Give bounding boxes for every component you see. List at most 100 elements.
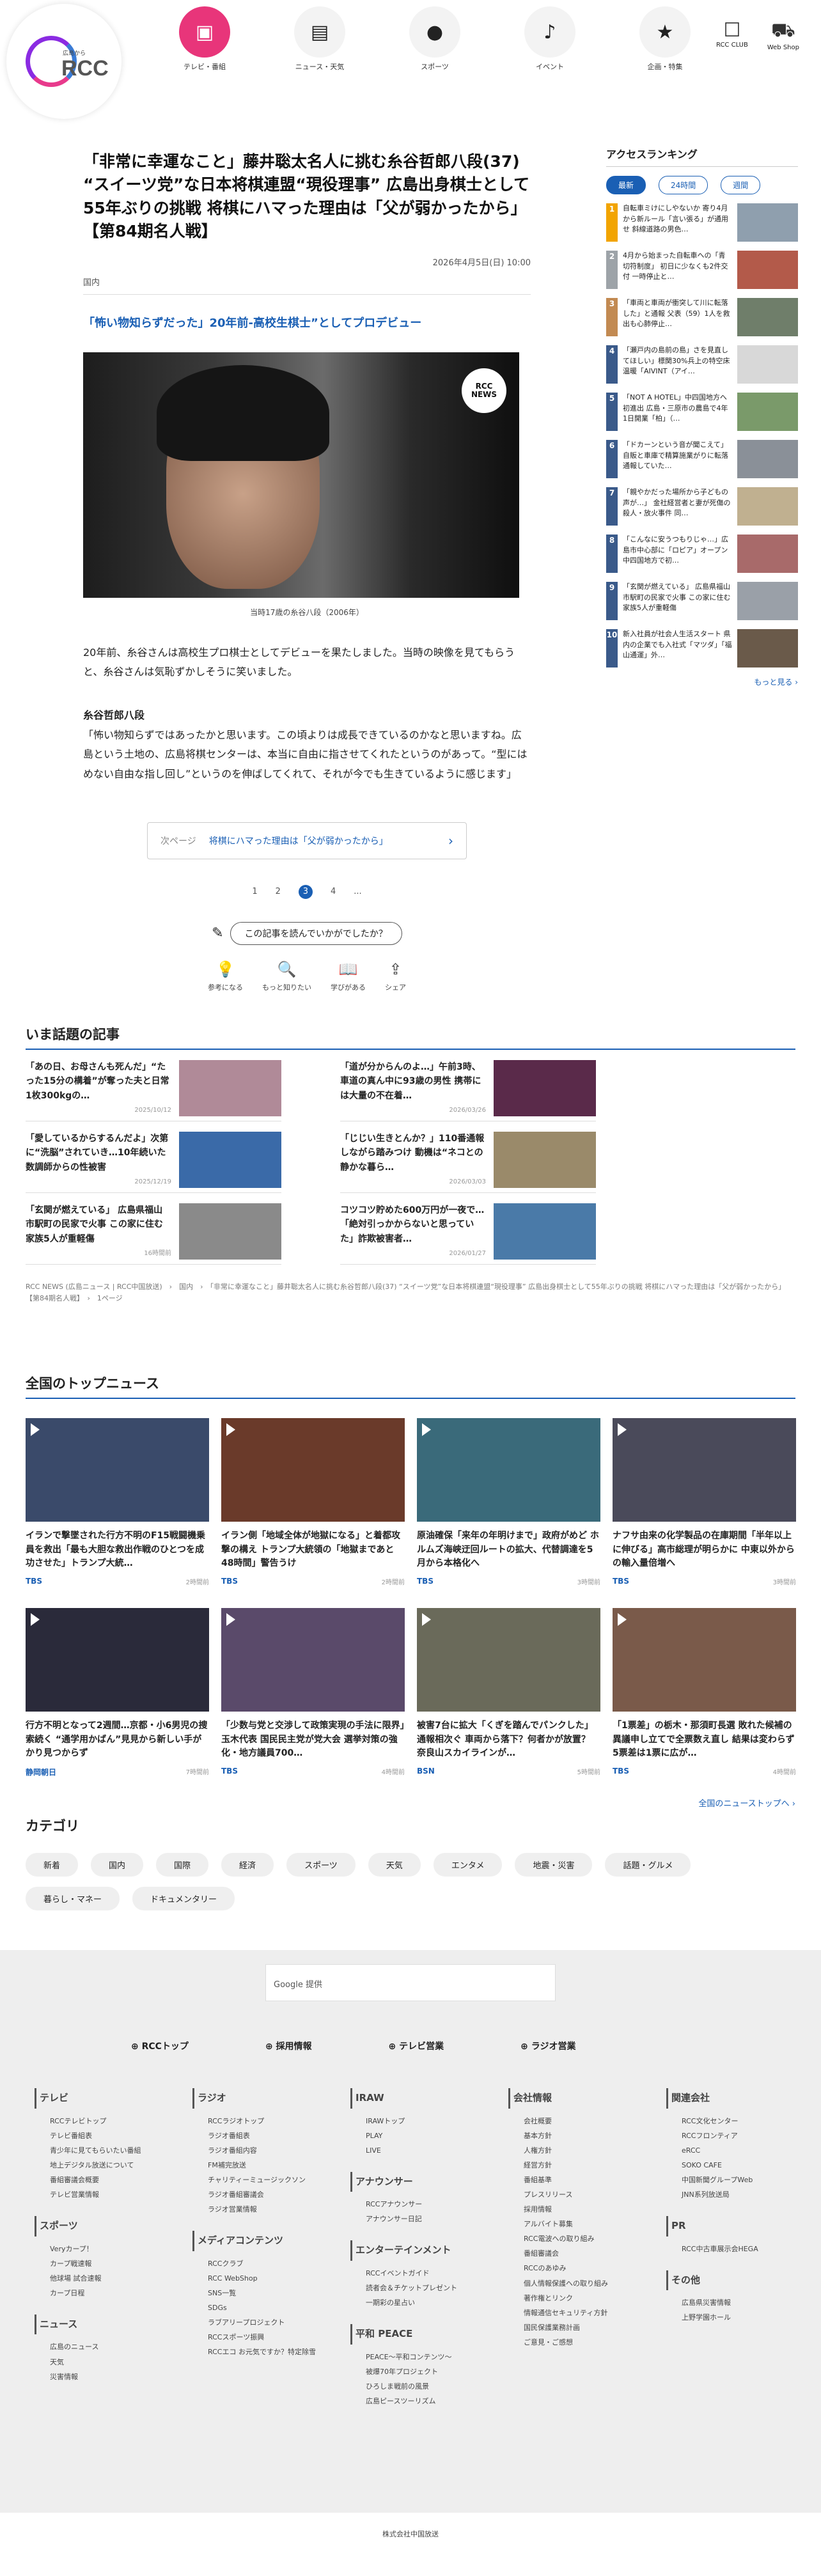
footer-link[interactable]: 広島ピースツーリズム — [350, 2394, 493, 2408]
footer-link[interactable]: 一期彩の星占い — [350, 2295, 493, 2310]
page-link[interactable]: 4 — [331, 887, 336, 896]
footer-link[interactable]: 著作権とリンク — [508, 2291, 651, 2306]
footer-link[interactable]: 広島県災害情報 — [666, 2295, 809, 2310]
page-link[interactable]: ... — [354, 887, 361, 896]
category-chip[interactable]: スポーツ — [286, 1853, 356, 1877]
footer-link[interactable]: 会社概要 — [508, 2114, 651, 2128]
footer-link[interactable]: RCCエコ お元気ですか？特定除雪 — [192, 2345, 335, 2359]
footer-link[interactable]: JNN系列放送局 — [666, 2187, 809, 2202]
ranking-more-link[interactable]: もっと見る › — [606, 676, 798, 687]
footer-link[interactable]: テレビ番組表 — [35, 2128, 177, 2143]
footer-link[interactable]: ひろしま戦前の風景 — [350, 2379, 493, 2394]
footer-link[interactable]: アルバイト募集 — [508, 2217, 651, 2231]
footer-link[interactable]: 中国新聞グループWeb — [666, 2173, 809, 2187]
footer-link[interactable]: 上野学園ホール — [666, 2310, 809, 2325]
footer-link[interactable]: 番組審議会概要 — [35, 2173, 177, 2187]
header-link[interactable]: ⛟ Web Shop — [767, 19, 799, 51]
footer-link[interactable]: IRAWトップ — [350, 2114, 493, 2128]
footer-link[interactable]: FM補完放送 — [192, 2158, 335, 2173]
footer-main-link[interactable]: ⊕ 採用情報 — [265, 2040, 312, 2052]
footer-link[interactable]: RCC中古車展示会HEGA — [666, 2242, 809, 2256]
footer-link[interactable]: SOKO CAFE — [666, 2158, 809, 2173]
ranking-tab[interactable]: 24時間 — [659, 176, 708, 194]
ranking-item[interactable]: 10 新入社員が社会人生活スタート 県内の企業でも入社式「マツダ」「福山通運」外… — [606, 629, 798, 669]
ranking-item[interactable]: 2 4月から始まった自転車への「青切符制度」 初日に少なくも2件交付 一時停止と… — [606, 251, 798, 290]
footer-link[interactable]: RCC WebShop — [192, 2271, 335, 2286]
national-news-item[interactable]: 「1票差」の栃木・那須町長選 敗れた候補の異議申し立てで全票数え直し 結果は変わ… — [613, 1608, 796, 1777]
footer-link[interactable]: RCCラジオトップ — [192, 2114, 335, 2128]
ranking-tab[interactable]: 週間 — [721, 176, 761, 194]
page-link[interactable]: 2 — [276, 887, 281, 896]
footer-link[interactable]: 他球場 試合速報 — [35, 2271, 177, 2286]
national-news-item[interactable]: 行方不明となって2週間…京都・小6男児の捜索続く “通学用かばん”見見から新しい… — [26, 1608, 209, 1777]
footer-link[interactable]: RCCクラブ — [192, 2256, 335, 2271]
footer-link[interactable]: ラジオ番組内容 — [192, 2143, 335, 2158]
category-chip[interactable]: エンタメ — [433, 1853, 503, 1877]
footer-link[interactable]: アナウンサー日記 — [350, 2212, 493, 2226]
topic-item[interactable]: 「玄関が燃えている」 広島県福山市駅町の民家で火事 この家に住む家族5人が重軽傷… — [26, 1193, 281, 1265]
footer-link[interactable]: SNS一覧 — [192, 2286, 335, 2300]
nav-item[interactable]: ● スポーツ — [377, 6, 492, 72]
footer-link[interactable]: 採用情報 — [508, 2202, 651, 2217]
reaction-button[interactable]: 💡 参考になる — [208, 960, 243, 992]
footer-link[interactable]: RCCアナウンサー — [350, 2197, 493, 2212]
footer-link[interactable]: 天気 — [35, 2355, 177, 2369]
footer-link[interactable]: RCC文化センター — [666, 2114, 809, 2128]
footer-link[interactable]: カープ日程 — [35, 2286, 177, 2300]
category-chip[interactable]: ドキュメンタリー — [132, 1887, 235, 1910]
category-chip[interactable]: 話題・グルメ — [605, 1853, 691, 1877]
page-link[interactable]: 3 — [298, 884, 313, 899]
header-link[interactable]: ☐ RCC CLUB — [716, 19, 748, 51]
footer-link[interactable]: Veryカープ！ — [35, 2242, 177, 2256]
nav-item[interactable]: ▣ テレビ・番組 — [147, 6, 262, 72]
reaction-button[interactable]: ⇪ シェア — [385, 960, 406, 992]
topic-item[interactable]: コツコツ貯めた600万円が一夜で…「絶対引っかからないと思っていた」詐欺被害者…… — [340, 1193, 596, 1265]
footer-link[interactable]: RCCのあゆみ — [508, 2261, 651, 2275]
footer-link[interactable]: PEACE～平和コンテンツ～ — [350, 2350, 493, 2364]
category-chip[interactable]: 暮らし・マネー — [26, 1887, 120, 1910]
footer-link[interactable]: RCCスポーツ振興 — [192, 2330, 335, 2345]
footer-link[interactable]: ラジオ番組審議会 — [192, 2187, 335, 2202]
nav-item[interactable]: ♪ イベント — [492, 6, 607, 72]
footer-link[interactable]: チャリティーミュージックソン — [192, 2173, 335, 2187]
footer-link[interactable]: 災害情報 — [35, 2369, 177, 2384]
ranking-item[interactable]: 9 「玄関が燃えている」 広島県福山市駅町の民家で火事 この家に住む家族5人が重軽… — [606, 582, 798, 621]
category-chip[interactable]: 新着 — [26, 1853, 79, 1877]
nav-item[interactable]: ▤ ニュース・天気 — [262, 6, 377, 72]
national-news-item[interactable]: 原油確保「来年の年明けまで」政府がめど ホルムズ海峡迂回ルートの拡大、代替調達を… — [417, 1418, 600, 1586]
national-news-item[interactable]: イラン側「地域全体が地獄になる」と着都攻撃の構え トランプ大統領の「地獄まであと… — [221, 1418, 405, 1586]
reaction-button[interactable]: 🔍 もっと知りたい — [262, 960, 311, 992]
topic-item[interactable]: 「あの日、お母さんも死んだ」“たった15分の構着”が奪った夫と日常 1枚300k… — [26, 1050, 281, 1121]
ranking-item[interactable]: 5 「NOT A HOTEL」中四国地方へ初進出 広島・三原市の農島で4年1日開業… — [606, 393, 798, 432]
footer-main-link[interactable]: ⊕ ラジオ営業 — [520, 2040, 575, 2052]
ranking-item[interactable]: 8 「こんなに安うつもりじゃ…」広島市中心部に「ロピア」オープン 中四国地方で初… — [606, 535, 798, 574]
footer-link[interactable]: 経営方針 — [508, 2158, 651, 2173]
ranking-item[interactable]: 6 「ドカーンという音が聞こえて」自販と車庫で精算施業がりに転落 通報していた… — [606, 440, 798, 480]
ranking-item[interactable]: 4 「瀬戸内の島前の島」さを見直してほしい」標関30%兵上の特空床温暖「AIVIN… — [606, 345, 798, 385]
footer-link[interactable]: RCC電波への取り組み — [508, 2231, 651, 2246]
footer-link[interactable]: テレビ営業情報 — [35, 2187, 177, 2202]
article-category[interactable]: 国内 — [83, 276, 531, 295]
footer-link[interactable]: ラジオ営業情報 — [192, 2202, 335, 2217]
category-chip[interactable]: 経済 — [221, 1853, 274, 1877]
search-input[interactable]: Google 提供 — [265, 1964, 556, 2001]
footer-link[interactable]: 被爆70年プロジェクト — [350, 2364, 493, 2379]
page-link[interactable]: 1 — [252, 887, 257, 896]
footer-link[interactable]: LIVE — [350, 2143, 493, 2158]
footer-link[interactable]: 読者会＆チケットプレゼント — [350, 2281, 493, 2295]
national-news-more-link[interactable]: 全国のニューストップへ › — [26, 1797, 795, 1809]
footer-link[interactable]: 広島のニュース — [35, 2339, 177, 2354]
footer-link[interactable]: プレスリリース — [508, 2187, 651, 2202]
next-page-link[interactable]: 次ページ 将棋にハマった理由は「父が弱かったから」 › — [147, 822, 467, 859]
category-chip[interactable]: 地震・災害 — [515, 1853, 593, 1877]
national-news-item[interactable]: 「少数与党と交渉して政策実現の手法に限界」玉木代表 国民民主党が党大会 選挙対策… — [221, 1608, 405, 1777]
category-chip[interactable]: 国内 — [91, 1853, 144, 1877]
rcc-logo[interactable]: 広島から RCC — [6, 4, 121, 119]
footer-link[interactable]: 情報通信セキュリティ方針 — [508, 2306, 651, 2320]
footer-link[interactable]: ラブアリープロジェクト — [192, 2315, 335, 2330]
category-chip[interactable]: 天気 — [368, 1853, 421, 1877]
footer-link[interactable]: 基本方針 — [508, 2128, 651, 2143]
footer-link[interactable]: 番組審議会 — [508, 2246, 651, 2261]
national-news-item[interactable]: 被害7台に拡大「くぎを踏んでパンクした」通報相次ぐ 車両から落下？何者かが放置？… — [417, 1608, 600, 1777]
topic-item[interactable]: 「道が分からんのよ…」午前3時、車道の真ん中に93歳の男性 携帯には大量の不在着… — [340, 1050, 596, 1121]
